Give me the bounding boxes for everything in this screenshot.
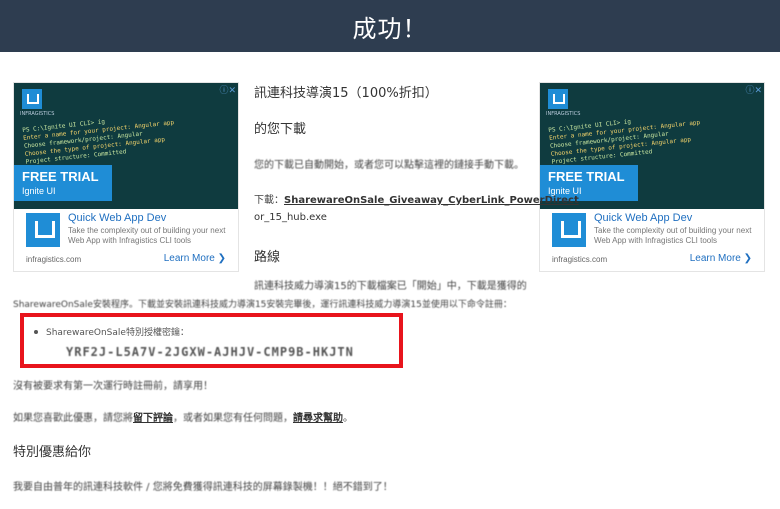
ad-domain: infragistics.com — [26, 255, 82, 264]
product-title: 訊連科技導演15（100%折扣） — [254, 86, 438, 101]
ad-description: Take the complexity out of building your… — [68, 226, 226, 245]
special-offer-heading: 特別優惠給你 — [13, 445, 92, 460]
ad-domain: infragistics.com — [552, 255, 608, 264]
ad-product-icon — [26, 213, 60, 247]
ad-title[interactable]: Quick Web App Dev — [68, 212, 166, 224]
download-prefix: 下載： — [254, 195, 284, 206]
ad-logo-text: INFRAGISTICS — [20, 111, 55, 117]
route-text-2: SharewareOnSale安裝程序。下載並安裝訊連科技威力導演15安裝完畢後… — [13, 300, 512, 310]
route-text-1: 訊連科技威力導演15的下載檔案已「開始」中，下載是獲得的 — [254, 281, 527, 292]
help-line: 如果您喜歡此優惠，請您將留下評論，或者如果您有任何問題，請尋求幫助。 — [13, 409, 353, 424]
leave-review-link[interactable]: 留下評論 — [133, 413, 173, 424]
ad-close-icon[interactable]: ⓘ✕ — [219, 83, 236, 96]
enjoy-text: 沒有被要求有第一次運行時註冊前，請享用！ — [13, 381, 213, 392]
ad-banner-subtitle: Ignite UI — [22, 186, 56, 196]
bullet-icon — [34, 330, 38, 334]
download-heading: 的您下載 — [254, 122, 307, 137]
ad-learn-more-link[interactable]: Learn More ❯ — [164, 253, 226, 264]
ask-help-link[interactable]: 請尋求幫助 — [293, 413, 343, 424]
page-title: 成功！ — [352, 15, 428, 43]
ad-learn-more-link[interactable]: Learn More ❯ — [690, 253, 752, 264]
infragistics-logo-icon — [548, 89, 568, 109]
header-bar: 成功！ — [0, 0, 780, 52]
download-text: 您的下載已自動開始，或者您可以點擊這裡的鏈接手動下載。 — [254, 160, 524, 171]
special-offer-text: 我要自由普年的訊連科技軟件 / 您將免費獲得訊連科技的屏幕錄製機！！絕不錯到了！ — [13, 482, 393, 493]
help-suffix: 。 — [343, 413, 353, 424]
ad-logo-text: INFRAGISTICS — [546, 111, 581, 117]
ad-title[interactable]: Quick Web App Dev — [594, 212, 692, 224]
download-line-2: or_15_hub.exe — [254, 212, 327, 223]
ad-description: Take the complexity out of building your… — [594, 226, 752, 245]
download-link-cont[interactable]: or_15_hub.exe — [254, 212, 327, 223]
help-mid: ，或者如果您有任何問題， — [173, 413, 293, 424]
ad-free-trial-banner: FREE TRIAL Ignite UI — [14, 165, 112, 201]
ad-close-icon[interactable]: ⓘ✕ — [745, 83, 762, 96]
ad-banner-title: FREE TRIAL — [548, 169, 625, 184]
help-prefix: 如果您喜歡此優惠，請您將 — [13, 413, 133, 424]
license-key-box: SharewareOnSale特別授權密鑰： YRF2J-L5A7V-2JGXW… — [20, 313, 403, 368]
advertisement-left[interactable]: INFRAGISTICS PS C:\Ignite UI CLI> ig Ent… — [13, 82, 239, 272]
ad-banner-title: FREE TRIAL — [22, 169, 99, 184]
license-key-label: SharewareOnSale特別授權密鑰： — [46, 328, 189, 338]
ad-product-icon — [552, 213, 586, 247]
advertisement-right[interactable]: INFRAGISTICS PS C:\Ignite UI CLI> ig Ent… — [539, 82, 765, 272]
infragistics-logo-icon — [22, 89, 42, 109]
download-line: 下載：SharewareOnSale_Giveaway_CyberLink_Po… — [254, 191, 579, 206]
license-key-value[interactable]: YRF2J-L5A7V-2JGXW-AJHJV-CMP9B-HKJTN — [66, 345, 354, 359]
route-heading: 路線 — [254, 250, 281, 265]
ad-hero-image: INFRAGISTICS PS C:\Ignite UI CLI> ig Ent… — [14, 83, 238, 209]
download-link[interactable]: SharewareOnSale_Giveaway_CyberLink_Power… — [284, 195, 579, 206]
